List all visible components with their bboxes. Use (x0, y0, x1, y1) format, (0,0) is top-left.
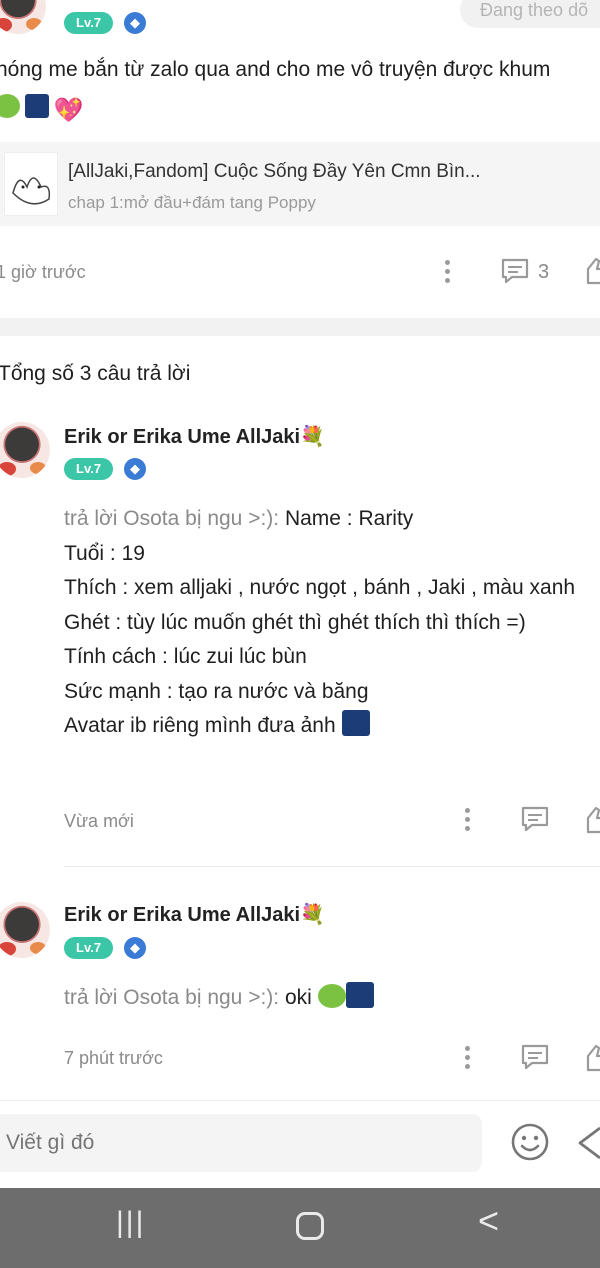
reply-divider (64, 866, 600, 867)
frog-icon (0, 94, 20, 118)
reply-author-name[interactable]: Erik or Erika Ume AllJaki💐 (64, 424, 325, 449)
story-card[interactable]: [AllJaki,Fandom] Cuộc Sống Đầy Yên Cmn B… (0, 142, 600, 226)
verified-icon: ◆ (124, 458, 146, 480)
reply-author-name[interactable]: Erik or Erika Ume AllJaki💐 (64, 902, 325, 927)
like-icon[interactable] (584, 804, 600, 839)
section-divider (0, 318, 600, 336)
post-time: 1 giờ trước (0, 262, 86, 282)
more-options-icon[interactable] (465, 1046, 471, 1072)
recent-apps-button[interactable]: ||| (116, 1206, 145, 1240)
bouquet-icon: 💐 (300, 426, 325, 448)
fireworks-icon (341, 710, 370, 736)
like-icon[interactable] (584, 1042, 600, 1077)
fireworks-icon (25, 94, 50, 118)
system-nav-bar: ||| < (0, 1188, 600, 1268)
comment-count: 3 (538, 261, 550, 283)
sparkling-heart-icon: 💖 (53, 97, 84, 124)
verified-icon: ◆ (124, 937, 146, 959)
reply-time: 7 phút trước (64, 1048, 163, 1068)
reply-icon[interactable] (520, 1043, 550, 1076)
home-button[interactable] (296, 1212, 324, 1240)
level-badge: Lv.7 (64, 12, 114, 34)
follow-button[interactable]: Đang theo dõ (460, 0, 600, 28)
comment-icon[interactable] (500, 257, 530, 290)
level-badge: Lv.7 (64, 937, 114, 959)
send-icon[interactable] (578, 1126, 600, 1165)
more-options-icon[interactable] (465, 808, 471, 834)
reply-body: trả lời Osota bị ngu >:): oki (64, 981, 594, 1016)
more-options-icon[interactable] (445, 260, 451, 286)
frog-icon (317, 984, 346, 1008)
replies-count-header: Tổng số 3 câu trả lời (0, 362, 191, 385)
comment-input[interactable] (0, 1114, 482, 1172)
like-icon[interactable] (584, 255, 600, 290)
reply-icon[interactable] (520, 805, 550, 838)
reply-to-prefix[interactable]: trả lời Osota bị ngu >:): (64, 986, 285, 1009)
story-cover-image (4, 152, 58, 216)
avatar[interactable] (0, 0, 46, 34)
reply-body: trả lời Osota bị ngu >:): Name : Rarity … (64, 507, 576, 737)
story-title: [AllJaki,Fandom] Cuộc Sống Đầy Yên Cmn B… (68, 161, 481, 182)
post-text: hóng me bắn từ zalo qua and cho me vô tr… (0, 58, 551, 81)
post-emoji-row: 💖 (0, 94, 84, 124)
reply-time: Vừa mới (64, 811, 134, 831)
avatar[interactable] (0, 422, 50, 478)
bouquet-icon: 💐 (300, 904, 325, 926)
reply-to-prefix[interactable]: trả lời Osota bị ngu >:): (64, 507, 285, 530)
composer-divider (0, 1100, 600, 1101)
emoji-picker-icon[interactable] (510, 1122, 550, 1167)
back-button[interactable]: < (478, 1200, 499, 1242)
story-chapter: chap 1:mở đầu+đám tang Poppy (68, 193, 316, 212)
level-badge: Lv.7 (64, 458, 114, 480)
avatar[interactable] (0, 902, 50, 958)
verified-icon: ◆ (124, 12, 146, 34)
fireworks-icon (345, 982, 374, 1008)
